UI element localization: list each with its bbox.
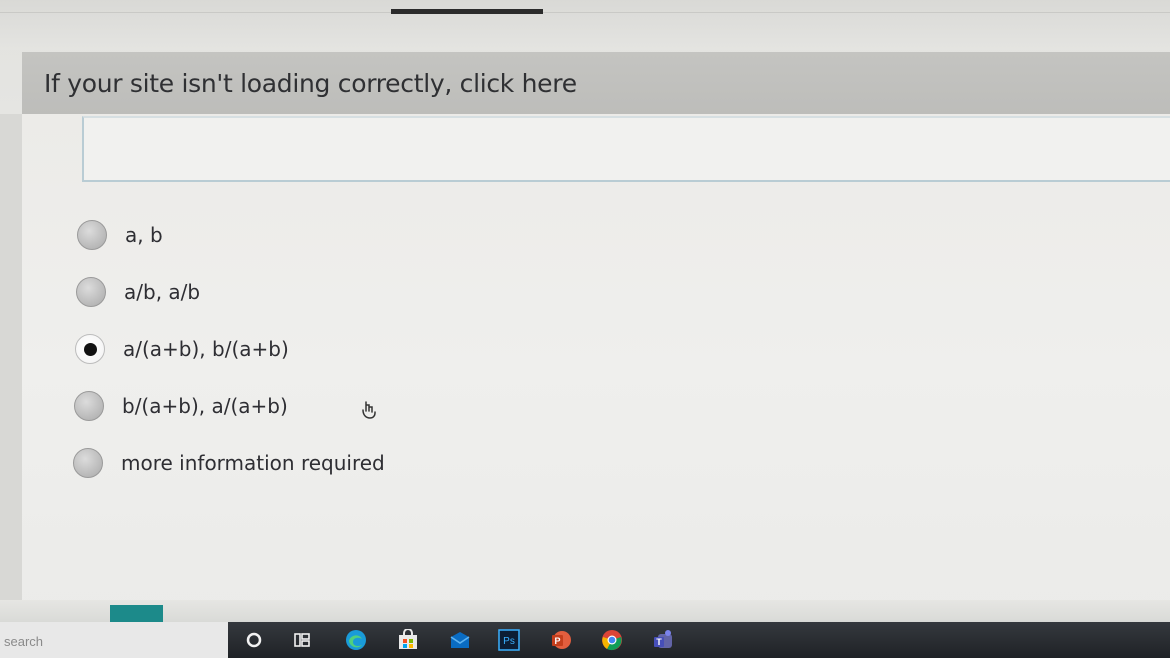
site-loading-banner: If your site isn't loading correctly, cl… xyxy=(22,52,1170,114)
option-label: a/(a+b), b/(a+b) xyxy=(123,336,289,361)
powerpoint-icon[interactable]: P xyxy=(550,629,572,651)
left-gutter xyxy=(0,114,22,624)
reload-site-link[interactable]: If your site isn't loading correctly, cl… xyxy=(44,69,577,98)
answer-options: a, b a/b, a/b a/(a+b), b/(a+b) b/(a+b), … xyxy=(73,206,385,491)
option-1[interactable]: a, b xyxy=(77,206,385,263)
bottom-band xyxy=(0,600,1170,624)
option-3[interactable]: a/(a+b), b/(a+b) xyxy=(75,320,385,377)
radio-button[interactable] xyxy=(77,219,107,250)
radio-button[interactable] xyxy=(76,276,106,307)
tab-indicator xyxy=(391,9,543,14)
svg-text:T: T xyxy=(656,637,662,647)
mail-icon[interactable] xyxy=(449,629,471,651)
top-strip xyxy=(0,0,1170,50)
progress-indicator xyxy=(110,605,163,622)
cortana-icon[interactable] xyxy=(243,629,265,651)
option-2[interactable]: a/b, a/b xyxy=(76,263,385,320)
task-view-icon[interactable] xyxy=(291,629,313,651)
option-label: more information required xyxy=(121,450,385,475)
option-label: b/(a+b), a/(a+b) xyxy=(122,393,288,418)
option-label: a/b, a/b xyxy=(124,279,201,304)
radio-button[interactable] xyxy=(73,447,103,478)
taskbar: search Ps P T xyxy=(0,622,1170,658)
option-5[interactable]: more information required xyxy=(73,434,385,491)
taskbar-search-input[interactable]: search xyxy=(0,622,228,658)
svg-text:P: P xyxy=(554,636,560,646)
radio-button[interactable] xyxy=(74,390,104,421)
search-placeholder: search xyxy=(4,634,44,649)
option-label: a, b xyxy=(125,222,163,247)
question-content: a, b a/b, a/b a/(a+b), b/(a+b) b/(a+b), … xyxy=(22,114,1170,624)
photoshop-label: Ps xyxy=(503,636,515,647)
option-4[interactable]: b/(a+b), a/(a+b) xyxy=(74,377,385,434)
photoshop-icon[interactable]: Ps xyxy=(498,629,520,651)
store-icon[interactable] xyxy=(397,629,419,651)
top-rule xyxy=(0,12,1170,13)
screen: If your site isn't loading correctly, cl… xyxy=(0,0,1170,658)
hand-cursor-icon xyxy=(360,400,378,420)
answer-input-box[interactable] xyxy=(82,116,1170,182)
edge-icon[interactable] xyxy=(345,629,367,651)
radio-button-selected[interactable] xyxy=(75,333,105,364)
teams-icon[interactable]: T xyxy=(652,629,674,651)
chrome-icon[interactable] xyxy=(601,629,623,651)
